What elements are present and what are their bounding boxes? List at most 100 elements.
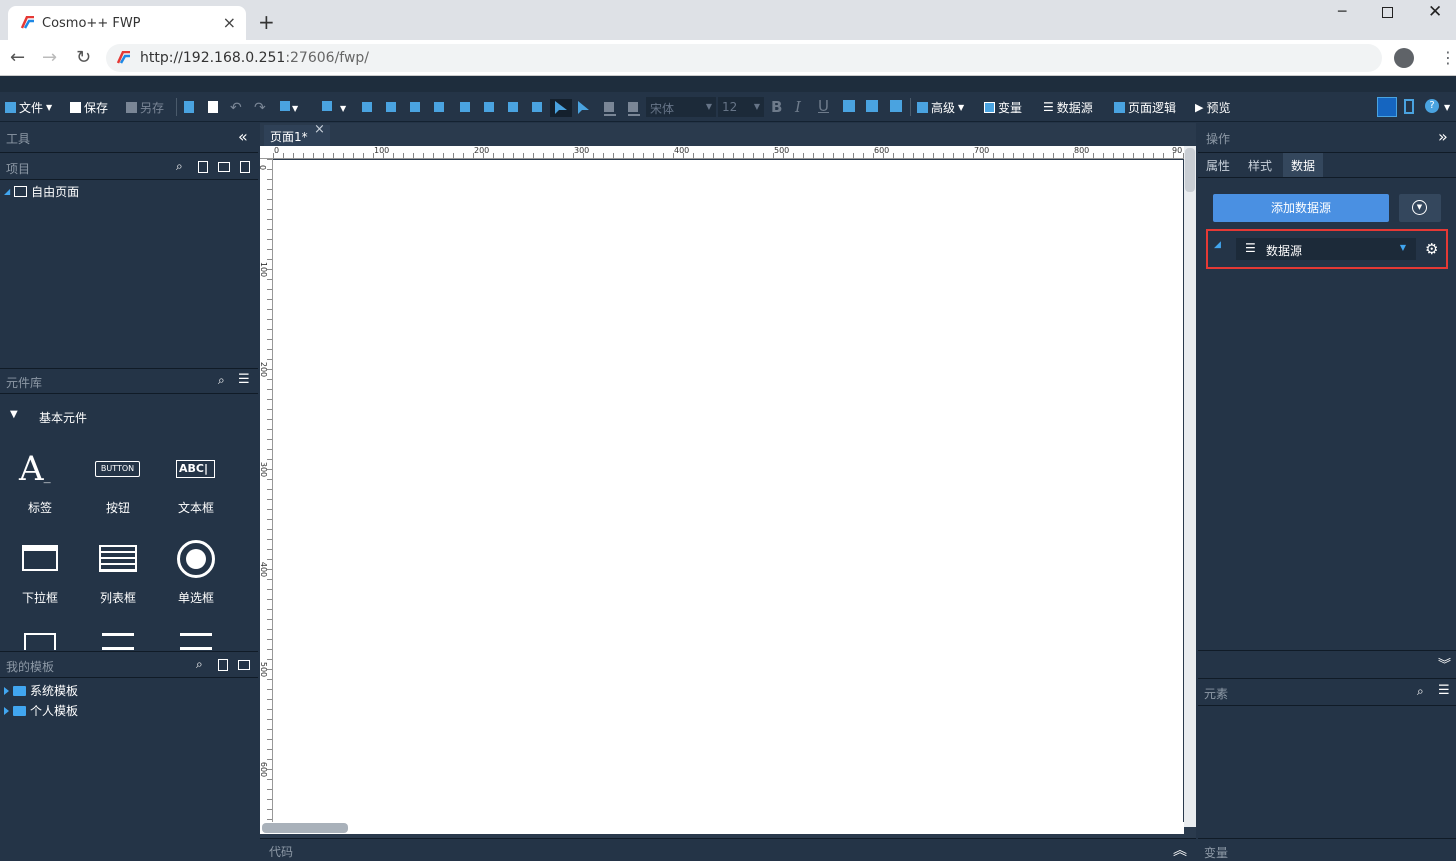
mobile-view-icon[interactable] — [1404, 99, 1414, 114]
maximize-icon[interactable] — [1382, 7, 1393, 18]
connect-pointer-icon[interactable] — [578, 101, 589, 114]
new-folder-icon[interactable] — [238, 660, 250, 670]
file-menu-button[interactable]: 文件 ▼ — [5, 99, 52, 115]
tree-item-free-page[interactable]: ◢ 自由页面 — [4, 183, 79, 200]
url-field[interactable]: http://192.168.0.251:27606/fwp/ — [106, 44, 1382, 72]
add-datasource-button[interactable]: 添加数据源 — [1213, 194, 1389, 222]
menu-icon[interactable]: ☰ — [238, 372, 250, 387]
save-label: 保存 — [84, 100, 109, 115]
forward-icon[interactable]: → — [42, 47, 57, 68]
new-template-icon[interactable] — [218, 659, 228, 671]
minimize-icon[interactable]: ─ — [1338, 4, 1346, 20]
gear-icon[interactable]: ⚙ — [1425, 240, 1438, 258]
tree-item-personal-templates[interactable]: 个人模板 — [4, 702, 78, 719]
close-tab-icon[interactable]: × — [223, 13, 236, 32]
search-icon[interactable]: ⌕ — [196, 657, 203, 672]
new-folder-icon[interactable] — [218, 162, 230, 172]
import-page-icon[interactable] — [240, 161, 250, 173]
vertical-scroll-thumb[interactable] — [1185, 148, 1195, 192]
collapse-left-icon[interactable]: « — [238, 127, 248, 146]
expand-icon[interactable]: ◢ — [1214, 240, 1221, 250]
datasource-select[interactable]: ☰ 数据源 ▼ — [1236, 238, 1416, 260]
button-component-icon[interactable]: BUTTON — [95, 461, 140, 477]
page-logic-button[interactable]: 页面逻辑 — [1114, 99, 1176, 115]
desktop-view-icon[interactable] — [1377, 97, 1397, 117]
font-size-select[interactable]: 12 ▼ — [718, 97, 764, 117]
app-header-strip — [0, 76, 1456, 92]
save-as-button[interactable]: 另存 — [126, 99, 164, 115]
italic-icon[interactable]: I — [795, 98, 801, 116]
line-color-icon[interactable] — [628, 102, 638, 112]
browser-menu-icon[interactable]: ⋮ — [1440, 48, 1456, 67]
reload-icon[interactable]: ↻ — [76, 47, 91, 68]
lock-icon[interactable] — [460, 102, 470, 112]
fill-color-icon[interactable] — [604, 102, 614, 112]
listbox-component-icon[interactable] — [99, 545, 137, 572]
datasource-options-button[interactable]: ▼ — [1399, 194, 1441, 222]
new-page-icon[interactable] — [198, 161, 208, 173]
distribute-icon[interactable] — [322, 101, 332, 111]
paste-icon[interactable] — [208, 101, 218, 113]
checkbox-component-icon[interactable] — [24, 633, 56, 650]
line-color-bar — [628, 114, 640, 116]
undo-icon[interactable]: ↶ — [230, 100, 242, 116]
text-align-left-icon[interactable] — [843, 100, 855, 112]
variable-icon — [984, 101, 995, 113]
search-icon[interactable]: ⌕ — [1417, 684, 1424, 699]
vertical-scrollbar[interactable] — [1184, 146, 1196, 827]
radio-component-icon[interactable] — [177, 540, 215, 578]
toolbar-separator — [910, 98, 911, 116]
ungroup-icon[interactable] — [532, 102, 542, 112]
textbox-component-icon[interactable]: ABC| — [176, 460, 215, 478]
browser-tab[interactable]: Cosmo++ FWP × — [8, 6, 246, 40]
advanced-label: 高级 — [931, 100, 956, 115]
layer-down-icon[interactable] — [434, 102, 444, 112]
help-icon[interactable]: ? — [1425, 99, 1439, 113]
distribute-dropdown-icon[interactable]: ▼ — [340, 104, 347, 113]
close-page-tab-icon[interactable]: × — [314, 122, 325, 137]
align-dropdown-icon[interactable]: ▼ — [292, 104, 299, 113]
expand-up-icon[interactable]: ︽ — [1173, 840, 1187, 860]
bring-front-icon[interactable] — [362, 102, 372, 112]
search-icon[interactable]: ⌕ — [218, 373, 225, 388]
send-back-icon[interactable] — [386, 102, 396, 112]
account-icon[interactable] — [1394, 48, 1414, 68]
tab-data[interactable]: 数据 — [1283, 153, 1324, 177]
help-dropdown-icon[interactable]: ▼ — [1444, 103, 1450, 112]
chevron-down-icon[interactable]: ▼ — [10, 409, 18, 420]
search-icon[interactable]: ⌕ — [176, 159, 183, 174]
design-canvas[interactable] — [273, 160, 1183, 827]
bold-icon[interactable]: B — [771, 98, 782, 116]
variable-button[interactable]: 变量 — [984, 99, 1022, 115]
collapse-right-icon[interactable]: » — [1438, 127, 1448, 146]
expand-down-icon[interactable]: ︾ — [1438, 654, 1451, 673]
underline-icon[interactable]: U — [818, 97, 829, 115]
preview-button[interactable]: ▶ 预览 — [1195, 99, 1230, 115]
unlock-icon[interactable] — [484, 102, 494, 112]
layer-up-icon[interactable] — [410, 102, 420, 112]
font-family-select[interactable]: 宋体 ▼ — [646, 97, 716, 117]
datasource-button[interactable]: ☰ 数据源 — [1043, 99, 1093, 115]
menu-icon[interactable]: ☰ — [1438, 683, 1450, 698]
save-button[interactable]: 保存 — [70, 99, 108, 115]
back-icon[interactable]: ← — [10, 47, 25, 68]
component-icon[interactable] — [102, 633, 134, 650]
horizontal-scrollbar[interactable] — [260, 822, 1184, 834]
horizontal-scroll-thumb[interactable] — [262, 823, 348, 833]
tab-style[interactable]: 样式 — [1240, 153, 1280, 177]
new-tab-icon[interactable]: + — [258, 10, 275, 34]
text-align-center-icon[interactable] — [866, 100, 878, 112]
group-icon[interactable] — [508, 102, 518, 112]
tree-item-system-templates[interactable]: 系统模板 — [4, 682, 78, 699]
redo-icon[interactable]: ↷ — [254, 100, 266, 116]
label-component-icon[interactable]: A_ — [19, 452, 51, 493]
advanced-menu-button[interactable]: 高级 ▼ — [917, 99, 964, 115]
component-textbox: 文本框 — [177, 501, 214, 515]
dropdown-component-icon[interactable] — [22, 545, 58, 571]
component-icon[interactable] — [180, 633, 212, 650]
align-left-icon[interactable] — [280, 101, 290, 111]
window-close-icon[interactable]: ✕ — [1428, 2, 1442, 22]
tab-properties[interactable]: 属性 — [1198, 153, 1238, 177]
copy-icon[interactable] — [184, 101, 194, 113]
text-align-right-icon[interactable] — [890, 100, 902, 112]
